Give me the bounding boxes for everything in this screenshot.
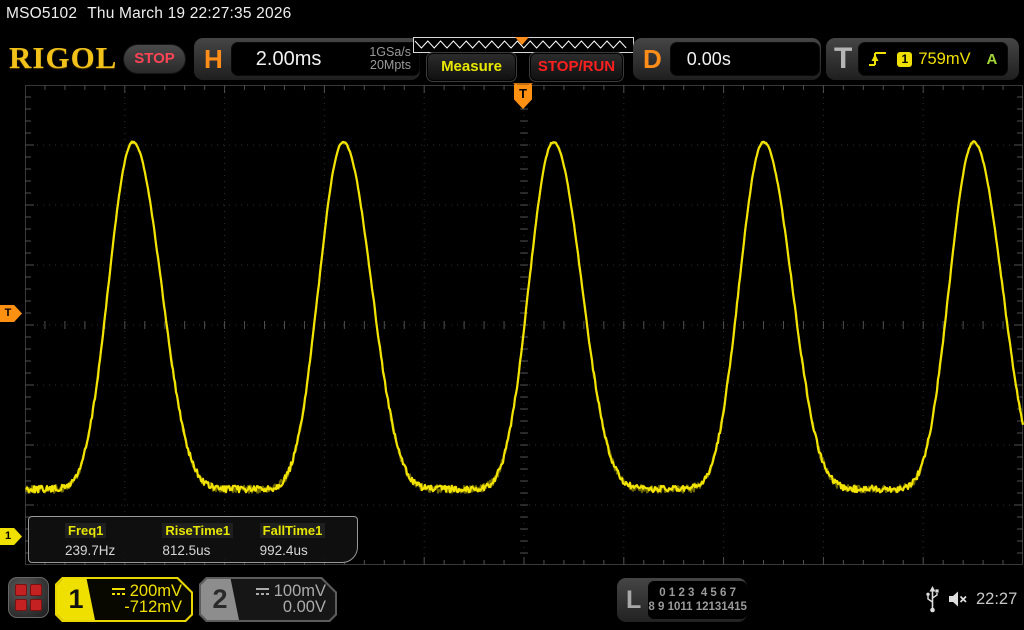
measurement-falltime: FallTime1 992.4us [259, 517, 357, 562]
trigger-label: T [834, 42, 853, 75]
measurement-label: FallTime1 [259, 523, 326, 538]
usb-icon [926, 586, 939, 613]
menu-dot [15, 584, 27, 596]
horizontal-label: H [204, 43, 223, 74]
measure-button[interactable]: Measure [426, 52, 517, 82]
menu-dot [15, 599, 27, 611]
status-bar: MSO5102 Thu March 19 22:27:35 2026 [6, 5, 291, 23]
channel1-offset-value: -712mV [124, 598, 182, 616]
waveform-display [25, 85, 1024, 565]
measurement-value: 992.4us [259, 543, 308, 558]
trigger-sweep-mode: A [986, 50, 998, 68]
rigol-logo: RIGOL [9, 40, 118, 75]
channel2-offset-value: 0.00V [282, 598, 326, 616]
trigger-settings-button[interactable]: T 1 759mV A [826, 38, 1019, 80]
measurement-value: 239.7Hz [65, 543, 116, 558]
channel1-number: 1 [57, 579, 95, 620]
memory-depth: 20Mpts [370, 58, 411, 72]
measurement-risetime: RiseTime1 812.5us [162, 517, 259, 562]
dc-coupling-icon [111, 586, 126, 597]
delay-settings-button[interactable]: D 0.00s [633, 38, 821, 80]
digital-channels-list: 0 1 2 3 4 5 6 7 8 9 1011 12131415 [648, 581, 747, 619]
timebase-value: 2.00ms [255, 47, 322, 70]
dc-coupling-icon [255, 586, 270, 597]
channel2-status-button[interactable]: 2 100mV 0.00V [199, 577, 337, 622]
memory-trigger-marker-icon [515, 37, 529, 45]
stop-run-button[interactable]: STOP/RUN [529, 52, 624, 82]
menu-dot [30, 584, 42, 596]
model-label: MSO5102 [6, 5, 78, 22]
digital-channels-row1: 0 1 2 3 4 5 6 7 [659, 587, 736, 599]
measurement-freq: Freq1 239.7Hz [65, 517, 162, 562]
quick-menu-button[interactable] [8, 577, 49, 618]
logic-analyzer-button[interactable]: L 0 1 2 3 4 5 6 7 8 9 1011 12131415 [617, 578, 747, 622]
measurement-value: 812.5us [162, 543, 211, 558]
trigger-source-badge: 1 [897, 51, 913, 67]
logic-analyzer-label: L [626, 585, 642, 614]
menu-dot [30, 599, 42, 611]
channel2-number: 2 [201, 579, 239, 620]
system-tray: 22:27 [925, 583, 1020, 615]
channel1-status-button[interactable]: 1 200mV -712mV [55, 577, 193, 622]
sample-rate: 1GSa/s [369, 45, 411, 59]
speaker-muted-icon[interactable] [947, 589, 969, 609]
digital-channels-row2: 8 9 1011 12131415 [648, 601, 747, 613]
horizontal-settings-button[interactable]: H 2.00ms 1GSa/s 20Mpts [194, 38, 420, 80]
run-state-badge: STOP [123, 44, 186, 74]
measurement-label: RiseTime1 [162, 523, 234, 538]
measurement-label: Freq1 [65, 523, 107, 538]
rising-edge-trigger-icon [869, 52, 887, 66]
measurement-results-panel[interactable]: Freq1 239.7Hz RiseTime1 812.5us FallTime… [28, 516, 358, 563]
delay-value: 0.00s [686, 48, 731, 69]
trigger-level-value: 759mV [918, 49, 971, 68]
delay-label: D [643, 43, 662, 74]
datetime-label: Thu March 19 22:27:35 2026 [87, 5, 292, 22]
memory-position-bar[interactable] [413, 37, 634, 53]
acquisition-info: 1GSa/s 20Mpts [369, 46, 419, 72]
clock-label: 22:27 [976, 589, 1018, 608]
